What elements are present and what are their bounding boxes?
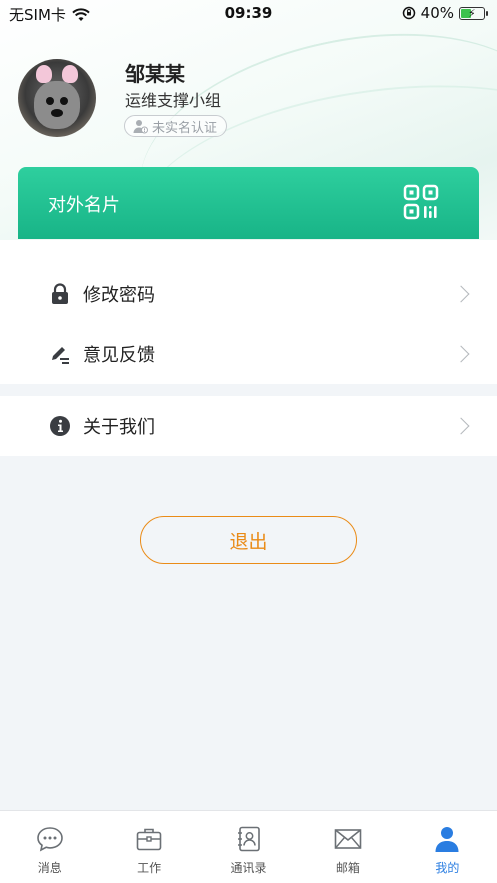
tab-label: 通讯录: [230, 861, 267, 875]
business-card-banner[interactable]: 对外名片: [18, 167, 479, 239]
tab-label: 邮箱: [335, 861, 360, 875]
tab-label: 我的: [435, 861, 460, 875]
chevron-right-icon: [452, 285, 470, 303]
battery-percent: 40%: [420, 4, 454, 22]
user-icon: [435, 827, 459, 852]
tab-mine[interactable]: 我的: [398, 811, 497, 883]
auth-status-badge[interactable]: 未实名认证: [124, 115, 228, 137]
briefcase-icon: [136, 828, 162, 851]
battery-icon: ⚡: [459, 6, 488, 20]
feedback-label: 意见反馈: [83, 345, 155, 366]
lock-icon: [52, 283, 68, 304]
about-menu-group: 关于我们: [0, 396, 497, 456]
menu-item-change-password[interactable]: 修改密码: [0, 264, 497, 324]
user-name: 邹某某: [125, 62, 185, 86]
menu-item-feedback[interactable]: 意见反馈: [0, 324, 497, 384]
contacts-icon: [237, 826, 260, 852]
menu-item-about-us[interactable]: 关于我们: [0, 396, 497, 456]
tab-contacts[interactable]: 通讯录: [199, 811, 298, 883]
qr-code-icon[interactable]: [403, 184, 439, 220]
message-icon: [36, 827, 63, 852]
rotation-lock-icon: [402, 6, 415, 20]
user-group: 运维支撑小组: [125, 91, 222, 110]
logout-button[interactable]: 退出: [140, 516, 357, 564]
tab-messages[interactable]: 消息: [0, 811, 99, 883]
avatar[interactable]: [18, 59, 96, 137]
chevron-right-icon: [452, 345, 470, 363]
tab-mail[interactable]: 邮箱: [298, 811, 397, 883]
chevron-right-icon: [452, 417, 470, 435]
user-unverified-icon: [133, 119, 148, 133]
about-us-label: 关于我们: [83, 417, 155, 438]
tab-label: 消息: [37, 861, 62, 875]
tab-label: 工作: [137, 861, 162, 875]
auth-status-label: 未实名认证: [152, 120, 218, 136]
status-bar: 无SIM卡 09:39 40% ⚡: [0, 0, 497, 26]
tab-bar: 消息 工作 通讯录 邮箱 我的: [0, 810, 497, 883]
change-password-label: 修改密码: [83, 285, 155, 306]
settings-menu-group: 修改密码 意见反馈: [0, 240, 497, 384]
business-card-label: 对外名片: [48, 195, 120, 216]
edit-icon: [52, 347, 69, 364]
tab-work[interactable]: 工作: [99, 811, 198, 883]
info-icon: [50, 416, 70, 436]
mail-icon: [334, 829, 362, 849]
